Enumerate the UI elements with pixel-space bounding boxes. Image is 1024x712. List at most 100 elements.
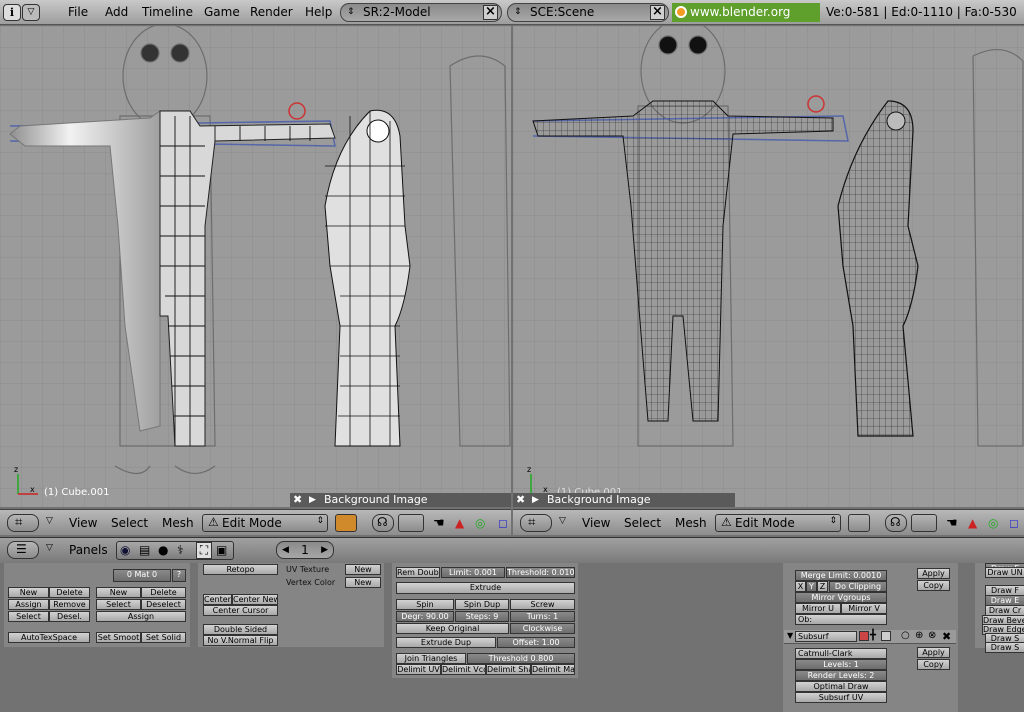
material-select-button[interactable]: Select	[96, 599, 141, 610]
screen-selector[interactable]: ⇕ SR:2-Model ×	[340, 3, 502, 22]
subsurf-uv-toggle[interactable]: Subsurf UV	[795, 692, 887, 703]
vgroup-remove-button[interactable]: Remove	[49, 599, 90, 610]
collapse-icon[interactable]: ▽	[559, 516, 566, 526]
display-toggle-icon[interactable]: ╋	[870, 630, 876, 641]
pivot-icon[interactable]	[848, 514, 870, 532]
menu-select[interactable]: Select	[624, 516, 661, 530]
autotexspace-button[interactable]: AutoTexSpace	[8, 632, 90, 643]
collapse-icon[interactable]: ▽	[46, 516, 53, 526]
triangle-icon[interactable]: ▲	[968, 516, 977, 530]
do-clipping-toggle[interactable]: Do Clipping	[829, 581, 887, 592]
frame-field[interactable]: ◀ 1 ▶	[276, 541, 334, 559]
sphere-icon[interactable]: ◎	[988, 516, 998, 530]
material-deselect-button[interactable]: Deselect	[141, 599, 186, 610]
mirror-x-toggle[interactable]: X	[795, 581, 806, 592]
menu-mesh[interactable]: Mesh	[162, 516, 194, 530]
material-assign-button[interactable]: Assign	[96, 611, 186, 622]
retopo-button[interactable]: Retopo	[203, 564, 278, 575]
close-icon[interactable]: ✖	[516, 493, 525, 507]
extrude-button[interactable]: Extrude	[396, 582, 575, 594]
screw-button[interactable]: Screw	[510, 599, 575, 610]
close-icon[interactable]: ✖	[293, 493, 302, 507]
vgroup-desel-button[interactable]: Desel.	[49, 611, 90, 622]
vgroup-new-button[interactable]: New	[8, 587, 49, 598]
play-icon[interactable]: ▶	[532, 493, 539, 507]
menu-collapse-icon[interactable]: ▽	[22, 4, 40, 21]
hand-icon[interactable]: ☚	[946, 516, 958, 531]
selector-arrows-icon[interactable]: ⇕	[347, 4, 355, 21]
square-icon[interactable]: ◻	[1009, 516, 1019, 530]
draw-sharp-toggle[interactable]: Draw S	[985, 642, 1024, 653]
background-image-panel[interactable]: ✖ ▶ Background Image	[290, 493, 511, 507]
spin-dup-button[interactable]: Spin Dup	[455, 599, 509, 610]
delimit-uv-toggle[interactable]: Delimit UV	[396, 664, 441, 675]
move-down-icon[interactable]: ⊗	[928, 630, 936, 641]
material-index-field[interactable]: 0 Mat 0	[113, 569, 171, 582]
subsurf-modifier-header[interactable]: ▼ Subsurf ╋ ○ ⊕ ⊗ ✖	[784, 630, 956, 644]
subsurf-copy-button[interactable]: Copy	[917, 659, 950, 670]
render-toggle-icon[interactable]	[859, 631, 869, 641]
no-vnormal-flip-button[interactable]: No V.Normal Flip	[203, 635, 278, 646]
center-new-button[interactable]: Center New	[232, 594, 278, 605]
pivot-icon[interactable]	[335, 514, 357, 532]
triangle-icon[interactable]: ▲	[455, 516, 464, 530]
square-icon[interactable]: ◻	[498, 516, 508, 530]
scene-selector[interactable]: ⇕ SCE:Scene ×	[507, 3, 669, 22]
mirror-v-toggle[interactable]: Mirror V	[841, 603, 887, 614]
menu-render[interactable]: Render	[250, 5, 293, 19]
sphere-icon[interactable]: ◎	[475, 516, 485, 530]
menu-help[interactable]: Help	[305, 5, 332, 19]
join-triangles-button[interactable]: Join Triangles	[396, 653, 466, 664]
arrow-right-icon[interactable]: ▶	[321, 542, 328, 558]
mode-selector[interactable]: ⚠ Edit Mode ⇕	[202, 514, 328, 532]
script-icon[interactable]: ▤	[139, 543, 150, 557]
set-smooth-button[interactable]: Set Smoot	[96, 632, 141, 643]
vertex-color-new-button[interactable]: New	[345, 577, 381, 588]
panels-label[interactable]: Panels	[69, 543, 108, 557]
keep-original-toggle[interactable]: Keep Original	[396, 623, 509, 634]
arrow-left-icon[interactable]: ◀	[282, 542, 289, 558]
close-icon[interactable]: ×	[650, 5, 665, 20]
extrude-dup-button[interactable]: Extrude Dup	[396, 637, 496, 648]
info-icon[interactable]: i	[3, 4, 21, 21]
cage-toggle-icon[interactable]: ○	[901, 630, 910, 641]
editmode-toggle-icon[interactable]	[881, 631, 891, 641]
collapse-icon[interactable]: ▽	[46, 543, 53, 553]
editor-type-icon[interactable]: ⌗	[7, 514, 39, 532]
steps-field[interactable]: Steps: 9	[455, 611, 509, 622]
viewport-left-canvas[interactable]: z x	[0, 26, 511, 507]
logic-icon[interactable]: ◉	[120, 543, 130, 557]
mirror-object-field[interactable]: Ob:	[795, 614, 887, 625]
selector-arrows-icon[interactable]: ⇕	[514, 4, 522, 21]
clockwise-toggle[interactable]: Clockwise	[510, 623, 575, 634]
snap-icon[interactable]	[398, 514, 424, 532]
set-solid-button[interactable]: Set Solid	[141, 632, 186, 643]
merge-limit-field[interactable]: Merge Limit: 0.0010	[795, 570, 887, 581]
double-sided-button[interactable]: Double Sided	[203, 624, 278, 635]
menu-view[interactable]: View	[69, 516, 97, 530]
delimit-ma-toggle[interactable]: Delimit Ma	[531, 664, 575, 675]
center-cursor-button[interactable]: Center Cursor	[203, 605, 278, 616]
scene-icon[interactable]: ▣	[216, 543, 227, 557]
menu-file[interactable]: File	[68, 5, 88, 19]
mirror-copy-button[interactable]: Copy	[917, 580, 950, 591]
background-image-panel[interactable]: ✖ ▶ Background Image	[513, 493, 735, 507]
rem-doubles-button[interactable]: Rem Doubl	[396, 567, 440, 578]
subsurf-apply-button[interactable]: Apply	[917, 647, 950, 658]
delete-modifier-icon[interactable]: ✖	[942, 630, 951, 643]
degrees-field[interactable]: Degr: 90.00	[396, 611, 454, 622]
expand-arrow-icon[interactable]: ▼	[787, 631, 793, 640]
center-button[interactable]: Center	[203, 594, 232, 605]
draw-normals-toggle[interactable]: Draw UN	[985, 567, 1024, 578]
mode-selector[interactable]: ⚠ Edit Mode ⇕	[715, 514, 841, 532]
subsurf-name-field[interactable]: Subsurf	[795, 631, 857, 642]
menu-timeline[interactable]: Timeline	[142, 5, 193, 19]
editor-type-icon[interactable]: ☰	[7, 541, 39, 559]
menu-game[interactable]: Game	[204, 5, 240, 19]
viewport-right-canvas[interactable]: z x	[513, 26, 1024, 507]
menu-view[interactable]: View	[582, 516, 610, 530]
viewport-left[interactable]: z x (1) Cube.001 ✖ ▶ Background Image	[0, 26, 511, 507]
material-help-button[interactable]: ?	[172, 569, 186, 582]
mirror-u-toggle[interactable]: Mirror U	[795, 603, 841, 614]
menu-mesh[interactable]: Mesh	[675, 516, 707, 530]
